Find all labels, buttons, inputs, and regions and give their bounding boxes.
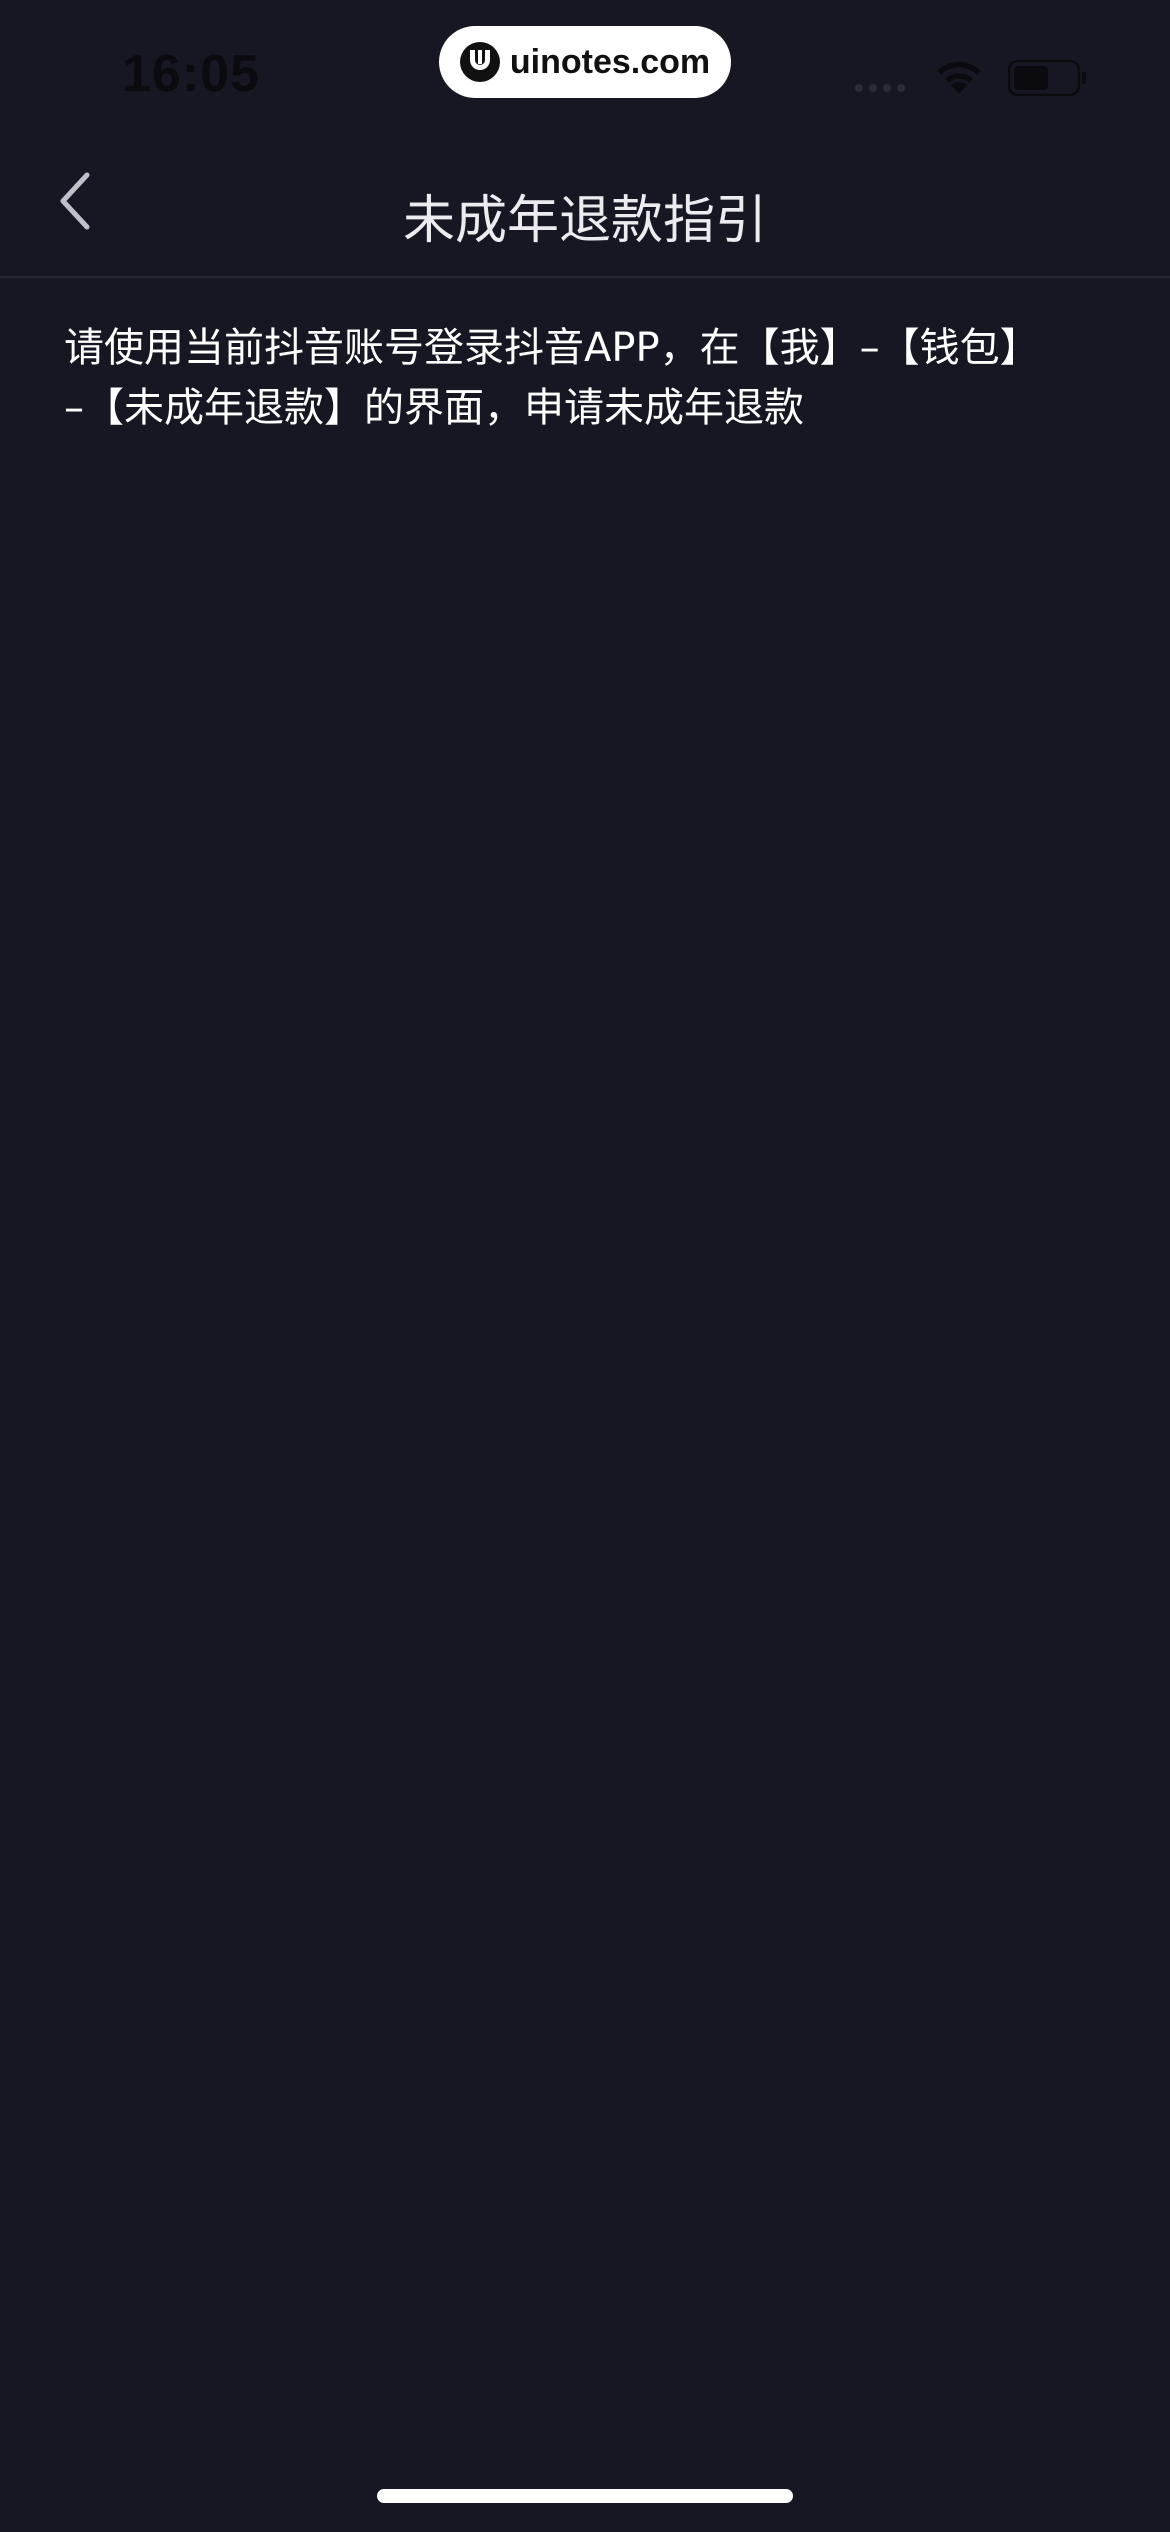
battery-icon — [1008, 60, 1086, 96]
uinotes-logo-icon — [459, 42, 500, 82]
guide-content: 请使用当前抖音账号登录抖音APP，在【我】–【钱包】–【未成年退款】的界面，申请… — [64, 318, 1024, 438]
watermark-text: uinotes.com — [509, 42, 711, 81]
navigation-bar: 未成年退款指引 — [0, 140, 1170, 278]
refund-guide-text: 请使用当前抖音账号登录抖音APP，在【我】–【钱包】–【未成年退款】的界面，申请… — [64, 325, 1020, 431]
home-indicator[interactable] — [377, 2489, 793, 2503]
watermark-badge: uinotes.com — [439, 26, 731, 98]
wifi-icon — [937, 61, 981, 94]
status-time: 16:05 — [122, 45, 260, 103]
page-title: 未成年退款指引 — [402, 191, 767, 251]
status-bar: 16:05 uinotes.com — [0, 0, 1170, 140]
cellular-signal-icon — [855, 84, 905, 92]
